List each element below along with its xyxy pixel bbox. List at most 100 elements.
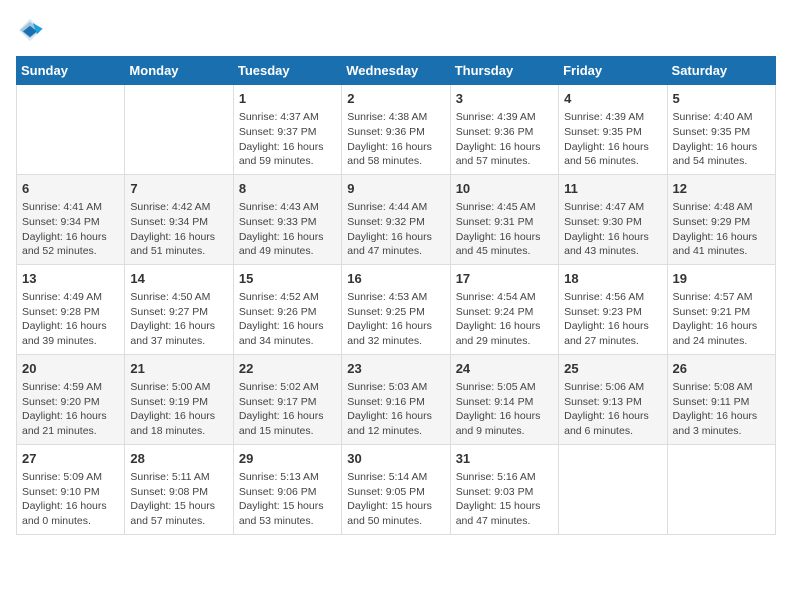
weekday-header-thursday: Thursday (450, 57, 558, 85)
day-info: Sunrise: 4:54 AM Sunset: 9:24 PM Dayligh… (456, 290, 553, 349)
day-info: Sunrise: 4:48 AM Sunset: 9:29 PM Dayligh… (673, 200, 770, 259)
day-info: Sunrise: 5:11 AM Sunset: 9:08 PM Dayligh… (130, 470, 227, 529)
day-number: 15 (239, 270, 336, 288)
day-number: 19 (673, 270, 770, 288)
weekday-header-wednesday: Wednesday (342, 57, 450, 85)
day-info: Sunrise: 5:00 AM Sunset: 9:19 PM Dayligh… (130, 380, 227, 439)
day-number: 26 (673, 360, 770, 378)
calendar-cell: 26 Sunrise: 5:08 AM Sunset: 9:11 PM Dayli… (667, 354, 775, 444)
day-number: 6 (22, 180, 119, 198)
calendar-cell: 30 Sunrise: 5:14 AM Sunset: 9:05 PM Dayli… (342, 444, 450, 534)
day-number: 28 (130, 450, 227, 468)
weekday-header-row: SundayMondayTuesdayWednesdayThursdayFrid… (17, 57, 776, 85)
calendar-cell: 28 Sunrise: 5:11 AM Sunset: 9:08 PM Dayli… (125, 444, 233, 534)
day-info: Sunrise: 4:41 AM Sunset: 9:34 PM Dayligh… (22, 200, 119, 259)
calendar-cell: 11 Sunrise: 4:47 AM Sunset: 9:30 PM Dayli… (559, 174, 667, 264)
calendar-cell (667, 444, 775, 534)
day-number: 22 (239, 360, 336, 378)
calendar-cell: 15 Sunrise: 4:52 AM Sunset: 9:26 PM Dayli… (233, 264, 341, 354)
day-info: Sunrise: 4:49 AM Sunset: 9:28 PM Dayligh… (22, 290, 119, 349)
calendar-cell: 16 Sunrise: 4:53 AM Sunset: 9:25 PM Dayli… (342, 264, 450, 354)
calendar-cell: 21 Sunrise: 5:00 AM Sunset: 9:19 PM Dayli… (125, 354, 233, 444)
day-number: 2 (347, 90, 444, 108)
day-info: Sunrise: 4:59 AM Sunset: 9:20 PM Dayligh… (22, 380, 119, 439)
day-info: Sunrise: 4:52 AM Sunset: 9:26 PM Dayligh… (239, 290, 336, 349)
day-number: 23 (347, 360, 444, 378)
calendar-cell: 1 Sunrise: 4:37 AM Sunset: 9:37 PM Daylig… (233, 85, 341, 175)
day-info: Sunrise: 4:50 AM Sunset: 9:27 PM Dayligh… (130, 290, 227, 349)
day-info: Sunrise: 5:14 AM Sunset: 9:05 PM Dayligh… (347, 470, 444, 529)
day-number: 1 (239, 90, 336, 108)
day-info: Sunrise: 4:57 AM Sunset: 9:21 PM Dayligh… (673, 290, 770, 349)
calendar-week-row-5: 27 Sunrise: 5:09 AM Sunset: 9:10 PM Dayli… (17, 444, 776, 534)
weekday-header-friday: Friday (559, 57, 667, 85)
calendar-cell: 17 Sunrise: 4:54 AM Sunset: 9:24 PM Dayli… (450, 264, 558, 354)
day-info: Sunrise: 5:13 AM Sunset: 9:06 PM Dayligh… (239, 470, 336, 529)
calendar-cell: 12 Sunrise: 4:48 AM Sunset: 9:29 PM Dayli… (667, 174, 775, 264)
day-info: Sunrise: 4:37 AM Sunset: 9:37 PM Dayligh… (239, 110, 336, 169)
day-number: 3 (456, 90, 553, 108)
day-number: 9 (347, 180, 444, 198)
day-info: Sunrise: 5:05 AM Sunset: 9:14 PM Dayligh… (456, 380, 553, 439)
day-number: 30 (347, 450, 444, 468)
calendar-cell: 14 Sunrise: 4:50 AM Sunset: 9:27 PM Dayli… (125, 264, 233, 354)
calendar-cell: 20 Sunrise: 4:59 AM Sunset: 9:20 PM Dayli… (17, 354, 125, 444)
day-number: 13 (22, 270, 119, 288)
day-number: 20 (22, 360, 119, 378)
calendar-table: SundayMondayTuesdayWednesdayThursdayFrid… (16, 56, 776, 535)
day-number: 11 (564, 180, 661, 198)
calendar-cell: 8 Sunrise: 4:43 AM Sunset: 9:33 PM Daylig… (233, 174, 341, 264)
day-info: Sunrise: 4:45 AM Sunset: 9:31 PM Dayligh… (456, 200, 553, 259)
calendar-cell (559, 444, 667, 534)
day-info: Sunrise: 5:02 AM Sunset: 9:17 PM Dayligh… (239, 380, 336, 439)
day-number: 27 (22, 450, 119, 468)
calendar-cell: 27 Sunrise: 5:09 AM Sunset: 9:10 PM Dayli… (17, 444, 125, 534)
day-info: Sunrise: 5:08 AM Sunset: 9:11 PM Dayligh… (673, 380, 770, 439)
weekday-header-saturday: Saturday (667, 57, 775, 85)
weekday-header-sunday: Sunday (17, 57, 125, 85)
day-number: 16 (347, 270, 444, 288)
day-number: 7 (130, 180, 227, 198)
calendar-cell (125, 85, 233, 175)
calendar-cell: 6 Sunrise: 4:41 AM Sunset: 9:34 PM Daylig… (17, 174, 125, 264)
calendar-cell: 7 Sunrise: 4:42 AM Sunset: 9:34 PM Daylig… (125, 174, 233, 264)
calendar-cell: 19 Sunrise: 4:57 AM Sunset: 9:21 PM Dayli… (667, 264, 775, 354)
logo-icon (16, 16, 44, 44)
day-info: Sunrise: 4:47 AM Sunset: 9:30 PM Dayligh… (564, 200, 661, 259)
day-number: 4 (564, 90, 661, 108)
day-number: 12 (673, 180, 770, 198)
calendar-week-row-4: 20 Sunrise: 4:59 AM Sunset: 9:20 PM Dayli… (17, 354, 776, 444)
day-number: 29 (239, 450, 336, 468)
day-info: Sunrise: 4:38 AM Sunset: 9:36 PM Dayligh… (347, 110, 444, 169)
day-info: Sunrise: 5:09 AM Sunset: 9:10 PM Dayligh… (22, 470, 119, 529)
calendar-cell: 24Sunrise: 5:05 AM Sunset: 9:14 PM Dayli… (450, 354, 558, 444)
day-info: Sunrise: 5:16 AM Sunset: 9:03 PM Dayligh… (456, 470, 553, 529)
day-number: 10 (456, 180, 553, 198)
calendar-cell: 2 Sunrise: 4:38 AM Sunset: 9:36 PM Daylig… (342, 85, 450, 175)
calendar-cell: 9 Sunrise: 4:44 AM Sunset: 9:32 PM Daylig… (342, 174, 450, 264)
calendar-cell: 18 Sunrise: 4:56 AM Sunset: 9:23 PM Dayli… (559, 264, 667, 354)
day-info: Sunrise: 4:39 AM Sunset: 9:35 PM Dayligh… (564, 110, 661, 169)
day-info: Sunrise: 4:43 AM Sunset: 9:33 PM Dayligh… (239, 200, 336, 259)
calendar-cell: 13 Sunrise: 4:49 AM Sunset: 9:28 PM Dayli… (17, 264, 125, 354)
calendar-cell: 31Sunrise: 5:16 AM Sunset: 9:03 PM Dayli… (450, 444, 558, 534)
day-number: 17 (456, 270, 553, 288)
calendar-cell: 4 Sunrise: 4:39 AM Sunset: 9:35 PM Daylig… (559, 85, 667, 175)
day-number: 14 (130, 270, 227, 288)
day-info: Sunrise: 4:56 AM Sunset: 9:23 PM Dayligh… (564, 290, 661, 349)
day-info: Sunrise: 4:53 AM Sunset: 9:25 PM Dayligh… (347, 290, 444, 349)
calendar-cell: 29 Sunrise: 5:13 AM Sunset: 9:06 PM Dayli… (233, 444, 341, 534)
weekday-header-tuesday: Tuesday (233, 57, 341, 85)
day-info: Sunrise: 4:40 AM Sunset: 9:35 PM Dayligh… (673, 110, 770, 169)
day-info: Sunrise: 5:03 AM Sunset: 9:16 PM Dayligh… (347, 380, 444, 439)
calendar-cell: 25Sunrise: 5:06 AM Sunset: 9:13 PM Dayli… (559, 354, 667, 444)
calendar-cell (17, 85, 125, 175)
day-number: 18 (564, 270, 661, 288)
day-info: Sunrise: 4:44 AM Sunset: 9:32 PM Dayligh… (347, 200, 444, 259)
day-info: Sunrise: 4:42 AM Sunset: 9:34 PM Dayligh… (130, 200, 227, 259)
day-number: 8 (239, 180, 336, 198)
day-number: 21 (130, 360, 227, 378)
calendar-cell: 22 Sunrise: 5:02 AM Sunset: 9:17 PM Dayli… (233, 354, 341, 444)
calendar-cell: 10 Sunrise: 4:45 AM Sunset: 9:31 PM Dayli… (450, 174, 558, 264)
calendar-week-row-3: 13 Sunrise: 4:49 AM Sunset: 9:28 PM Dayli… (17, 264, 776, 354)
